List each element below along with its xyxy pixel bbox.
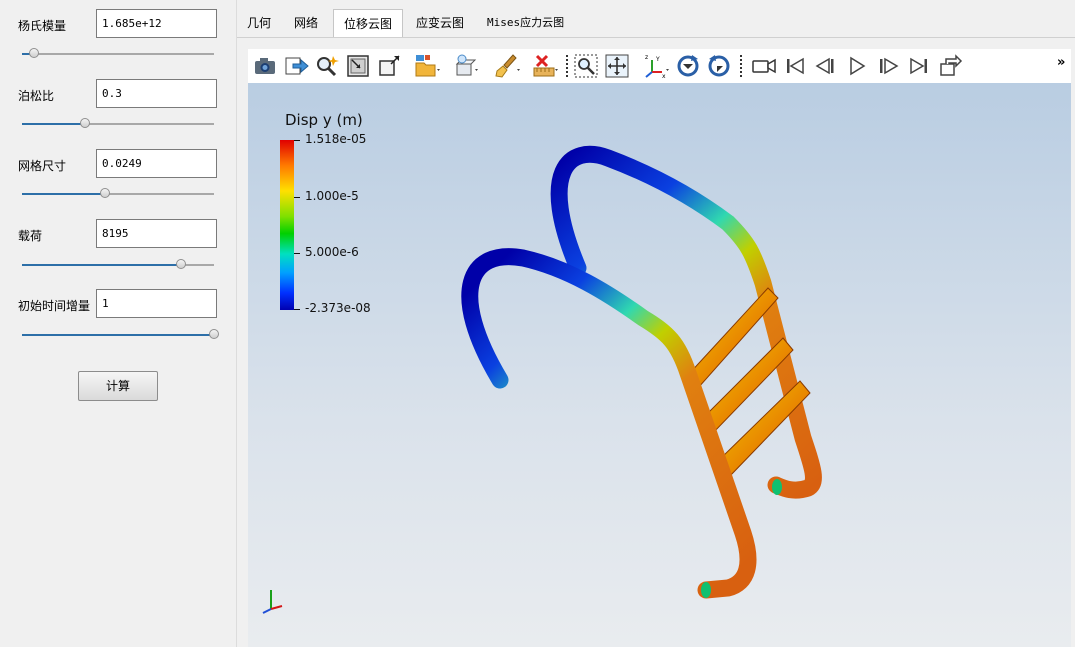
param-label-youngs-modulus: 杨氏模量 (18, 19, 67, 33)
zoom-to-box-icon[interactable] (572, 52, 600, 80)
slider-fill (22, 193, 105, 195)
toolbar-separator (740, 55, 742, 77)
youngs-modulus-input[interactable]: 1.685e+12 (96, 9, 217, 38)
fit-view-icon[interactable] (603, 52, 631, 80)
axes-triad-icon (262, 590, 283, 614)
slider-fill (22, 334, 214, 336)
rail-end-cap (701, 582, 711, 598)
poisson-ratio-slider[interactable] (22, 118, 214, 128)
mesh-size-slider[interactable] (22, 188, 214, 198)
toolbar-separator (566, 55, 568, 77)
play-icon[interactable] (843, 52, 871, 80)
last-frame-icon[interactable] (905, 52, 933, 80)
rail-end-cap (772, 479, 782, 495)
tab-mises-stress-contour[interactable]: Mises应力云图 (477, 9, 574, 37)
slider-handle[interactable] (28, 48, 39, 58)
view-box-icon[interactable] (344, 52, 372, 80)
toolbar-overflow-button[interactable]: » (1057, 55, 1065, 70)
ladder-front-rail (461, 248, 757, 599)
slider-fill (22, 264, 182, 266)
param-label-load: 载荷 (18, 229, 43, 243)
legend-title: Disp y (m) (285, 111, 363, 129)
parameter-panel: 杨氏模量 1.685e+12 泊松比 0.3 网格尺寸 0.0249 载荷 81… (0, 0, 236, 647)
legend-label: 1.000e-5 (305, 189, 359, 203)
tab-network[interactable]: 网络 (284, 9, 328, 37)
first-frame-icon[interactable] (781, 52, 809, 80)
magnify-icon[interactable] (313, 52, 341, 80)
legend-label-max: 1.518e-05 (305, 132, 367, 146)
youngs-modulus-slider[interactable] (22, 48, 214, 58)
axes-orient-icon[interactable]: zYx (642, 52, 670, 80)
initial-time-increment-input[interactable]: 1 (96, 289, 217, 318)
slider-fill (22, 123, 86, 125)
zoom-box-icon[interactable] (375, 52, 403, 80)
load-slider[interactable] (22, 259, 214, 269)
param-label-initial-time-increment: 初始时间增量 (18, 299, 91, 313)
legend-label: 5.000e-6 (305, 245, 359, 259)
next-frame-icon[interactable] (874, 52, 902, 80)
tab-strain-contour[interactable]: 应变云图 (406, 9, 474, 37)
svg-text:x: x (662, 73, 666, 80)
loop-icon[interactable] (936, 52, 964, 80)
tab-displacement-contour[interactable]: 位移云图 (333, 9, 404, 37)
legend-label-min: -2.373e-08 (305, 301, 371, 315)
light-icon[interactable] (451, 52, 479, 80)
slider-handle[interactable] (176, 259, 187, 269)
legend-tick (294, 309, 300, 310)
color-legend-bar (280, 140, 294, 310)
svg-text:z: z (645, 54, 648, 61)
load-input[interactable]: 8195 (96, 219, 217, 248)
slider-handle[interactable] (209, 329, 219, 339)
svg-text:Y: Y (655, 56, 660, 63)
folder-open-icon[interactable] (413, 52, 441, 80)
legend-tick (294, 197, 300, 198)
ladder-back-rail (550, 145, 822, 499)
slider-handle[interactable] (99, 188, 110, 198)
video-camera-icon[interactable] (750, 52, 778, 80)
ladder-model (461, 145, 822, 599)
initial-time-increment-slider[interactable] (22, 329, 219, 339)
slider-handle[interactable] (80, 118, 91, 128)
param-label-poisson-ratio: 泊松比 (18, 89, 55, 103)
poisson-ratio-input[interactable]: 0.3 (96, 79, 217, 108)
prev-frame-icon[interactable] (812, 52, 840, 80)
render-viewport[interactable]: Disp y (m) 1.518e-05 1.000e-5 5.000e-6 -… (248, 83, 1071, 647)
clear-icon[interactable] (531, 52, 559, 80)
brush-icon[interactable] (493, 52, 521, 80)
rotate-cw-icon[interactable] (674, 52, 702, 80)
calculate-button[interactable]: 计算 (78, 371, 158, 401)
legend-tick (294, 253, 300, 254)
camera-icon[interactable] (251, 52, 279, 80)
tab-geometry[interactable]: 几何 (237, 9, 281, 37)
param-label-mesh-size: 网格尺寸 (18, 159, 67, 173)
legend-tick (294, 140, 300, 141)
rotate-ccw-icon[interactable] (705, 52, 733, 80)
export-icon[interactable] (282, 52, 310, 80)
vtk-toolbar: zYx (248, 49, 1071, 83)
mesh-size-input[interactable]: 0.0249 (96, 149, 217, 178)
